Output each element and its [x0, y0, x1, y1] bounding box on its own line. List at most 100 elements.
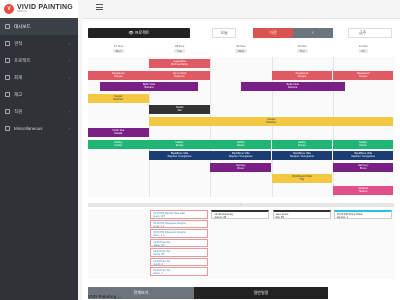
appointment-card[interactable]: 10:30 PM Sheppard Heights Luna, 1 4	[150, 219, 209, 228]
event-assignee: Stephen Youngstone	[167, 155, 192, 158]
event-assignee: Gorges	[358, 74, 368, 78]
schedule-event[interactable]: Registered Gorges	[271, 70, 333, 80]
event-assignee: Dorian	[175, 143, 184, 147]
event-assignee: Barbara	[144, 86, 154, 89]
event-assignee: Dorian	[114, 143, 123, 147]
schedule-event[interactable]: BackBone Villa Stephen Youngstone	[271, 151, 333, 160]
misc-icon	[5, 126, 10, 131]
sidebar-item-label: 재고	[14, 91, 23, 97]
brand-logo[interactable]: V VIVID PAINTING DESIGN	[0, 0, 78, 18]
schedule-event[interactable]: Registered Gorges	[332, 70, 394, 80]
estimate-icon	[5, 41, 10, 46]
appointment-card[interactable]: 15:00 Pure Sis Aarav, 7	[150, 267, 209, 276]
sidebar-item-accounting[interactable]: 회계 ›	[0, 69, 78, 86]
schedule-event[interactable]: Hadley Dorian	[149, 139, 210, 149]
schedule-event[interactable]: Jenny Pack Daeyeon	[149, 70, 210, 80]
day-header: 09 Dec Wed	[210, 44, 271, 56]
appointment-card[interactable]: 14:00 Rosemary Ajarne, 95	[211, 210, 270, 219]
today-button[interactable]: 오늘	[212, 28, 236, 38]
sidebar-nav: 대시보드 견적 › 프로젝트 › 회계 › 재고 직원 › Miscellane…	[0, 18, 78, 137]
sidebar-item-label: 견적	[14, 40, 23, 46]
schedule-event[interactable]: Hadley Dorian	[332, 139, 394, 149]
schedule-event[interactable]: Harmony Bruce	[332, 162, 394, 172]
appointment-detail: Huan, 107	[153, 215, 166, 218]
schedule-event[interactable]: Hadley Dorian	[88, 139, 149, 149]
schedule-event[interactable]: Wyndhamm Park Tilly	[271, 174, 333, 183]
event-assignee: Stephen Youngstone	[351, 155, 376, 158]
staff-icon	[5, 109, 10, 114]
event-assignee: Rai	[177, 109, 182, 112]
schedule-event[interactable]: Legendaire Rich Lamberty	[149, 59, 210, 68]
day-of-week-chip: Thu	[296, 49, 308, 53]
brand-tagline: DESIGN	[17, 10, 27, 14]
event-assignee: Barbara	[288, 86, 298, 89]
general-schedule-button[interactable]: 일반일정	[194, 287, 328, 299]
sidebar-item-project[interactable]: 프로젝트 ›	[0, 52, 78, 69]
footer-title: VVD Painting ...	[88, 294, 122, 299]
sidebar-item-dashboard[interactable]: 대시보드	[0, 18, 78, 35]
accounting-icon	[5, 75, 10, 80]
hamburger-menu-icon[interactable]	[96, 4, 103, 10]
appointment-card[interactable]: 15:00 PM Stone Rhea Jacopo, 1	[333, 210, 392, 219]
appointment-detail: Jasan, 92	[153, 243, 165, 247]
schedule-event[interactable]: Cooper Mortimer	[88, 93, 149, 103]
event-assignee: Bruce	[359, 166, 367, 170]
appointment-detail: Ajarne, 95	[214, 216, 227, 219]
inventory-icon	[5, 92, 10, 97]
schedule-event[interactable]: Bella Vista Barbara	[241, 82, 345, 91]
appointment-card[interactable]: Jae Lamos Rai, 85	[272, 210, 331, 219]
day-of-week-chip: Fri	[358, 49, 369, 53]
event-assignee: Gorges	[114, 74, 123, 78]
prev-button[interactable]: 이전	[253, 28, 293, 38]
day-date: 09 Dec	[236, 44, 246, 48]
sidebar-item-staff[interactable]: 직원 ›	[0, 103, 78, 120]
event-assignee: Rich Lamberty	[171, 63, 188, 66]
sidebar-item-misc[interactable]: Miscellaneous ›	[0, 120, 78, 137]
schedule-event[interactable]: BackBone Villa Stephen Youngstone	[210, 151, 272, 160]
project-visibility-button[interactable]: 👁 프로젝트	[88, 28, 190, 38]
event-assignee: Daeyeon	[174, 74, 185, 78]
appointment-card[interactable]: 14:50 Pure Sis Hema, 85	[150, 248, 209, 257]
sidebar-item-label: 프로젝트	[14, 57, 31, 63]
sidebar-item-inventory[interactable]: 재고	[0, 86, 78, 103]
next-button[interactable]: ‹	[293, 28, 333, 38]
chevron-right-icon: ›	[68, 58, 70, 63]
event-assignee: Sharon	[358, 189, 368, 193]
schedule-event[interactable]: Hadley Dorian	[210, 139, 272, 149]
schedule-event[interactable]: Hanway Bruce	[210, 162, 272, 172]
schedule-timeline: Legendaire Rich Lamberty Registered Gorges J…	[88, 57, 394, 197]
day-date: 10 Dec	[297, 44, 307, 48]
appointment-card[interactable]: 15:00 PM Sheppard Heights Harry, 1 4	[150, 229, 209, 238]
day-header: 08 Dec Tue	[149, 44, 210, 56]
appointment-detail: Jacopo, 1	[336, 216, 349, 219]
appointment-detail: Harry, 1 4	[153, 234, 165, 237]
this-week-button[interactable]: 금주	[348, 28, 392, 38]
appointment-card[interactable]: 15:00 PM Danish Tank Hall Huan, 107	[150, 210, 209, 219]
schedule-event[interactable]: BackBone Villa Stephen Youngstone	[332, 151, 394, 160]
event-assignee: Mortimer	[113, 97, 124, 101]
event-assignee: Bruce	[237, 166, 245, 170]
event-assignee: Mortimer	[266, 120, 277, 124]
sidebar-item-label: 회계	[14, 74, 23, 80]
appointment-card[interactable]: 14:00 Pure Sis Ayesh, 2	[150, 257, 209, 266]
day-header: 10 Dec Thu	[272, 44, 333, 56]
day-header: 11 Dec Fri	[333, 44, 394, 56]
schedule-event[interactable]: Registered Gorges	[88, 70, 149, 80]
appointment-detail: Ayesh, 2	[153, 262, 164, 266]
schedule-event[interactable]: Tardell Rai	[149, 105, 210, 114]
panel-splitter[interactable]: ⋯	[88, 203, 394, 207]
day-of-week-chip: Tue	[174, 49, 186, 53]
appointment-card[interactable]: 14:40 Pure Sis Jasan, 92	[150, 238, 209, 247]
schedule-event[interactable]: North Sea Natalia	[88, 128, 149, 137]
schedule-event[interactable]: BackBone Villa Stephen Youngstone	[149, 151, 210, 160]
schedule-event[interactable]: Kirkland Sharon	[332, 185, 394, 195]
day-of-week-chip: Wed	[234, 49, 247, 53]
schedule-event[interactable]: Bella Vista Barbara	[100, 82, 198, 91]
day-of-week-chip: Mon	[112, 49, 125, 53]
schedule-event[interactable]: Hadley Dorian	[271, 139, 333, 149]
sidebar-item-estimate[interactable]: 견적 ›	[0, 35, 78, 52]
appointment-board: 15:00 PM Danish Tank Hall Huan, 107 14:00 …	[88, 209, 394, 279]
sidebar-item-label: 대시보드	[14, 23, 31, 29]
event-assignee: Dorian	[359, 143, 367, 147]
schedule-event[interactable]: Cooper Mortimer	[149, 116, 394, 126]
